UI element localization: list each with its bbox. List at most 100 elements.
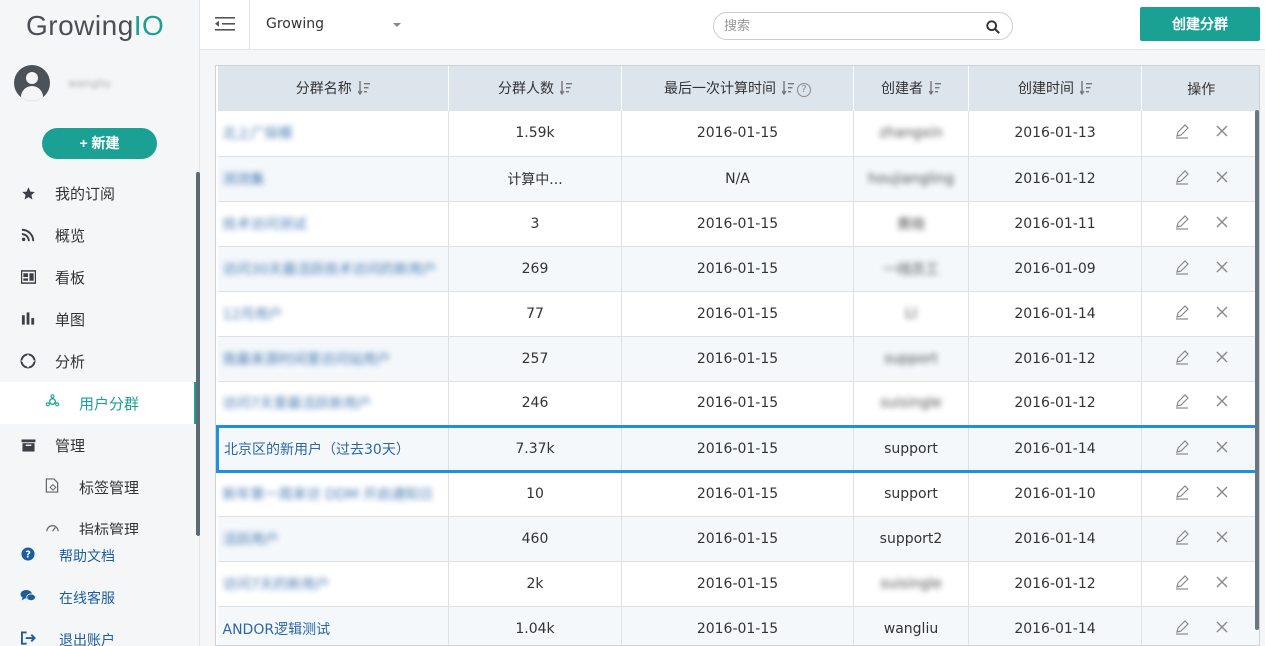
delete-close-icon[interactable] bbox=[1216, 125, 1228, 137]
segment-name-cell[interactable]: 访问7天里最活跃新用户 bbox=[217, 381, 449, 427]
sidebar-item-subscriptions[interactable]: 我的订阅 bbox=[0, 172, 197, 214]
segment-name-cell[interactable]: ANDOR逻辑测试 bbox=[217, 606, 449, 645]
segment-count-cell: 269 bbox=[448, 246, 622, 292]
segment-name-cell[interactable]: 我最来源时间里访问站用户 bbox=[217, 336, 449, 382]
segment-name-cell[interactable]: 新年第一周来访 DDM 开启通知日 bbox=[217, 471, 449, 517]
segment-name-link[interactable]: 新年第一周来访 DDM 开启通知日 bbox=[223, 487, 434, 503]
segment-name-link[interactable]: 北上广探模 bbox=[223, 126, 293, 142]
creator-name: support bbox=[884, 440, 938, 457]
delete-close-icon[interactable] bbox=[1216, 351, 1228, 363]
logo[interactable]: GrowingIO bbox=[26, 10, 164, 42]
segment-name-link[interactable]: 我最来源时间里访问站用户 bbox=[223, 352, 391, 368]
segment-name-link[interactable]: 12月用户 bbox=[223, 307, 283, 323]
sidebar-item-tag-management[interactable]: 标签管理 bbox=[0, 466, 197, 508]
edit-pencil-icon[interactable] bbox=[1174, 349, 1190, 365]
edit-pencil-icon[interactable] bbox=[1174, 619, 1190, 635]
table-row[interactable]: 访问7天的新用户 2k 2016-01-15 suisingle 2016-01-12 bbox=[217, 561, 1259, 607]
segment-name-link[interactable]: 北京区的新用户（过去30天） bbox=[224, 442, 410, 458]
table-row[interactable]: 访问7天里最活跃新用户 246 2016-01-15 suisingle 2016-01… bbox=[217, 381, 1259, 427]
edit-pencil-icon[interactable] bbox=[1174, 123, 1190, 139]
created-time-cell: 2016-01-14 bbox=[968, 291, 1142, 337]
delete-close-icon[interactable] bbox=[1216, 216, 1228, 228]
menu-toggle-button[interactable] bbox=[200, 0, 250, 50]
table-row[interactable]: 活跃用户 460 2016-01-15 support2 2016-01-14 bbox=[217, 516, 1259, 562]
creator-name: wangliu bbox=[883, 620, 939, 637]
edit-pencil-icon[interactable] bbox=[1174, 169, 1190, 185]
sidebar-item-management[interactable]: 管理 bbox=[0, 424, 197, 466]
search-icon[interactable] bbox=[986, 19, 1000, 38]
sort-icon[interactable] bbox=[1079, 81, 1092, 99]
delete-close-icon[interactable] bbox=[1216, 621, 1228, 633]
segment-name-link[interactable]: 访问7天里最活跃新用户 bbox=[223, 396, 372, 412]
table-row[interactable]: ANDOR逻辑测试 1.04k 2016-01-15 wangliu 2016-01-1… bbox=[217, 606, 1259, 645]
edit-pencil-icon[interactable] bbox=[1174, 393, 1190, 409]
online-support-link[interactable]: 在线客服 bbox=[0, 577, 197, 619]
column-header-count[interactable]: 分群人数 bbox=[448, 66, 622, 111]
project-selector[interactable]: Growing bbox=[266, 16, 324, 32]
sidebar-item-user-segments[interactable]: 用户分群 bbox=[0, 382, 200, 424]
last-calc-time-cell: 2016-01-15 bbox=[621, 381, 854, 427]
segment-name-cell[interactable]: 访问30天最活跃技术访问的新用户 bbox=[217, 246, 449, 292]
table-row[interactable]: 北上广探模 1.59k 2016-01-15 zhangxin 2016-01-13 bbox=[217, 111, 1259, 157]
segment-name-cell[interactable]: 活跃用户 bbox=[217, 516, 449, 562]
segment-name-link[interactable]: 访问7天的新用户 bbox=[223, 577, 330, 593]
segment-name-link[interactable]: 活跃用户 bbox=[223, 532, 279, 548]
chevron-down-icon[interactable] bbox=[393, 23, 401, 27]
segment-name-link[interactable]: 技术访问测试 bbox=[223, 217, 307, 233]
search-input[interactable] bbox=[724, 13, 974, 39]
column-header-creator[interactable]: 创建者 bbox=[853, 66, 969, 111]
last-calc-time-cell: 2016-01-15 bbox=[621, 111, 854, 157]
column-header-name[interactable]: 分群名称 bbox=[217, 66, 449, 111]
edit-pencil-icon[interactable] bbox=[1174, 439, 1190, 455]
delete-close-icon[interactable] bbox=[1216, 576, 1228, 588]
segment-name-cell[interactable]: 技术访问测试 bbox=[217, 201, 449, 247]
segment-name-cell[interactable]: 北上广探模 bbox=[217, 111, 449, 157]
edit-pencil-icon[interactable] bbox=[1174, 529, 1190, 545]
sidebar-scrollbar[interactable] bbox=[196, 172, 200, 536]
segment-name-cell[interactable]: 测测集 bbox=[217, 156, 449, 202]
help-docs-link[interactable]: ? 帮助文档 bbox=[0, 535, 197, 577]
segment-name-link[interactable]: 访问30天最活跃技术访问的新用户 bbox=[223, 262, 437, 278]
table-row[interactable]: 我最来源时间里访问站用户 257 2016-01-15 support 2016-01-… bbox=[217, 336, 1259, 382]
sort-icon[interactable] bbox=[928, 81, 941, 99]
table-row[interactable]: 技术访问测试 3 2016-01-15 黄晓 2016-01-11 bbox=[217, 201, 1259, 247]
table-scrollbar[interactable] bbox=[1255, 110, 1259, 630]
column-header-last-calc[interactable]: 最后一次计算时间? bbox=[621, 66, 854, 111]
edit-pencil-icon[interactable] bbox=[1174, 574, 1190, 590]
segment-name-link[interactable]: ANDOR逻辑测试 bbox=[223, 622, 331, 638]
edit-pencil-icon[interactable] bbox=[1174, 259, 1190, 275]
table-row[interactable]: 新年第一周来访 DDM 开启通知日 10 2016-01-15 support 2016… bbox=[217, 471, 1259, 517]
delete-close-icon[interactable] bbox=[1216, 171, 1228, 183]
user-profile[interactable]: wangliu bbox=[14, 65, 111, 101]
delete-close-icon[interactable] bbox=[1216, 486, 1228, 498]
segment-name-link[interactable]: 测测集 bbox=[223, 172, 265, 188]
segment-name-cell[interactable]: 访问7天的新用户 bbox=[217, 561, 449, 607]
sign-out-link[interactable]: 退出账户 bbox=[0, 619, 197, 646]
table-row[interactable]: 访问30天最活跃技术访问的新用户 269 2016-01-15 一线员工 2016-01… bbox=[217, 246, 1259, 292]
table-row[interactable]: 北京区的新用户（过去30天） 7.37k 2016-01-15 support 2016… bbox=[216, 424, 1259, 473]
sort-icon[interactable] bbox=[559, 81, 572, 99]
sidebar-item-dashboard[interactable]: 看板 bbox=[0, 256, 197, 298]
sort-icon[interactable] bbox=[357, 81, 370, 99]
sidebar-item-overview[interactable]: 概览 bbox=[0, 214, 197, 256]
sidebar-item-analysis[interactable]: 分析 bbox=[0, 340, 197, 382]
help-icon[interactable]: ? bbox=[797, 83, 811, 97]
delete-close-icon[interactable] bbox=[1216, 531, 1228, 543]
delete-close-icon[interactable] bbox=[1216, 306, 1228, 318]
edit-pencil-icon[interactable] bbox=[1174, 214, 1190, 230]
create-segment-button[interactable]: 创建分群 bbox=[1140, 7, 1260, 41]
segment-name-cell[interactable]: 12月用户 bbox=[217, 291, 449, 337]
column-header-created[interactable]: 创建时间 bbox=[968, 66, 1142, 111]
edit-pencil-icon[interactable] bbox=[1174, 484, 1190, 500]
sidebar-item-charts[interactable]: 单图 bbox=[0, 298, 197, 340]
table-row[interactable]: 12月用户 77 2016-01-15 LI 2016-01-14 bbox=[217, 291, 1259, 337]
delete-close-icon[interactable] bbox=[1216, 395, 1228, 407]
sort-icon[interactable] bbox=[781, 81, 794, 99]
table-row[interactable]: 测测集 计算中... N/A houjiangling 2016-01-12 bbox=[217, 156, 1259, 202]
delete-close-icon[interactable] bbox=[1216, 261, 1228, 273]
segment-name-cell[interactable]: 北京区的新用户（过去30天） bbox=[216, 424, 449, 473]
new-button[interactable]: + 新建 bbox=[42, 128, 157, 159]
delete-close-icon[interactable] bbox=[1216, 441, 1228, 453]
edit-pencil-icon[interactable] bbox=[1174, 304, 1190, 320]
creator-name: 一线员工 bbox=[883, 261, 939, 278]
